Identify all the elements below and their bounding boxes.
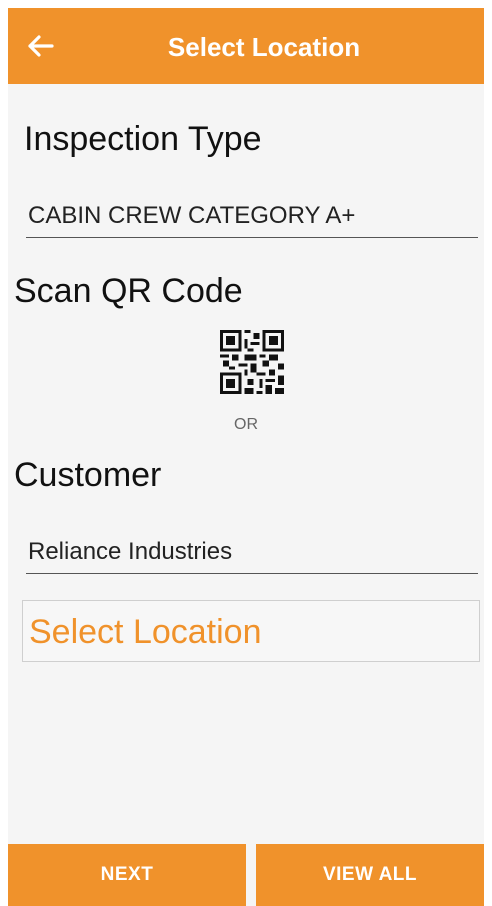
scan-qr-label: Scan QR Code (14, 272, 243, 310)
select-location-dropdown[interactable]: Select Location (22, 600, 480, 662)
customer-field[interactable]: Reliance Industries (26, 530, 478, 574)
customer-label: Customer (14, 456, 162, 494)
page-title: Select Location (167, 32, 361, 62)
app-bar: Select Location (8, 8, 484, 84)
or-separator: OR (234, 416, 258, 433)
inspection-type-field[interactable]: CABIN CREW CATEGORY A+ (26, 194, 478, 238)
view-all-button[interactable]: VIEW ALL (256, 844, 484, 906)
screen: Select Location Inspection Type CABIN CR… (8, 8, 484, 906)
qr-code-icon[interactable] (220, 330, 284, 394)
inspection-type-label: Inspection Type (24, 120, 262, 158)
next-button[interactable]: NEXT (8, 844, 246, 906)
